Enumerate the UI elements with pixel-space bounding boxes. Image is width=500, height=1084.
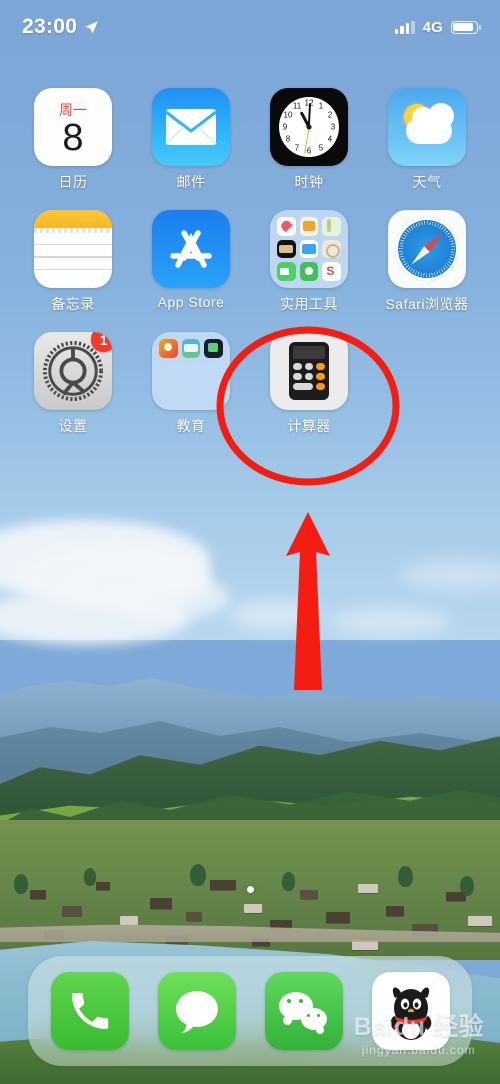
calculator-keys bbox=[293, 363, 325, 390]
mini-icon-watch bbox=[277, 239, 296, 259]
location-arrow-icon bbox=[85, 20, 98, 34]
app-label: 计算器 bbox=[287, 418, 331, 434]
calendar-icon[interactable]: 周一 8 bbox=[34, 88, 112, 166]
app-clock[interactable]: 12 1 2 3 4 5 6 7 8 9 10 11 bbox=[250, 88, 368, 192]
signal-bars-icon bbox=[394, 20, 415, 34]
settings-gear-icon[interactable]: 1 bbox=[34, 332, 112, 410]
mini-icon-empty bbox=[182, 384, 201, 403]
app-label: 邮件 bbox=[176, 174, 206, 190]
dock-item-messages[interactable] bbox=[157, 972, 236, 1050]
mini-icon-empty bbox=[182, 362, 201, 381]
app-label: 天气 bbox=[412, 174, 442, 190]
app-mail[interactable]: 邮件 bbox=[132, 88, 250, 192]
app-app-store[interactable]: App Store bbox=[132, 210, 250, 314]
status-time: 23:00 bbox=[22, 15, 78, 38]
mini-icon-findmy bbox=[299, 262, 319, 281]
calculator-display bbox=[293, 346, 325, 359]
folder-preview-grid: S bbox=[277, 217, 341, 281]
status-bar: 23:00 4G bbox=[0, 0, 500, 54]
mini-icon-facetime bbox=[277, 262, 296, 281]
mini-icon-shortcuts: S bbox=[322, 262, 341, 281]
safari-icon[interactable] bbox=[388, 210, 466, 288]
envelope-glyph bbox=[165, 109, 217, 145]
mini-icon-empty bbox=[204, 384, 223, 403]
app-store-icon[interactable] bbox=[152, 210, 230, 288]
app-safari[interactable]: Safari浏览器 bbox=[368, 210, 486, 314]
cloud-shape bbox=[230, 600, 320, 630]
speech-bubble-icon bbox=[175, 991, 218, 1033]
app-weather[interactable]: 天气 bbox=[368, 88, 486, 192]
notes-perforation bbox=[34, 228, 112, 233]
iphone-home-screen: 23:00 4G 周一 8 日历 邮件 1 2 3 4 5 6 7 8 9 10… bbox=[0, 0, 500, 1084]
calendar-day-number: 8 bbox=[62, 117, 84, 159]
status-bar-right: 4G bbox=[394, 18, 481, 36]
folder-utilities[interactable]: S 实用工具 bbox=[250, 210, 368, 314]
dock-item-qq[interactable] bbox=[371, 972, 450, 1050]
notes-icon[interactable] bbox=[34, 210, 112, 288]
app-label: 实用工具 bbox=[280, 296, 338, 312]
app-settings[interactable]: 1 设置 bbox=[14, 332, 132, 436]
clock-icon[interactable]: 12 1 2 3 4 5 6 7 8 9 10 11 bbox=[270, 88, 348, 166]
mini-icon-app-2 bbox=[181, 339, 201, 358]
page-dot-active[interactable] bbox=[246, 886, 254, 893]
app-notes[interactable]: 备忘录 bbox=[14, 210, 132, 314]
page-indicator[interactable] bbox=[0, 886, 500, 893]
mini-icon-empty bbox=[159, 384, 178, 403]
dock-item-wechat[interactable] bbox=[264, 972, 343, 1050]
empty-slot bbox=[368, 332, 486, 436]
app-calculator[interactable]: 计算器 bbox=[250, 332, 368, 436]
app-label: 日历 bbox=[58, 174, 88, 190]
mini-icon-photos bbox=[299, 239, 319, 259]
clock-pivot bbox=[306, 124, 312, 130]
clock-minute-hand bbox=[307, 102, 312, 128]
app-label: Safari浏览器 bbox=[385, 296, 469, 312]
cloud-shape bbox=[330, 608, 450, 634]
app-label: 备忘录 bbox=[51, 296, 95, 312]
qq-penguin-icon bbox=[390, 987, 431, 1040]
app-label: App Store bbox=[157, 294, 225, 310]
folder-icon[interactable]: S bbox=[270, 210, 348, 288]
calculator-body bbox=[289, 342, 329, 400]
dock bbox=[28, 956, 472, 1066]
mini-icon-home bbox=[299, 217, 319, 236]
clock-face: 12 1 2 3 4 5 6 7 8 9 10 11 bbox=[279, 97, 339, 157]
notes-header bbox=[34, 210, 112, 228]
badge-count: 1 bbox=[91, 332, 112, 352]
calculator-icon[interactable] bbox=[270, 332, 348, 410]
folder-education[interactable]: 教育 bbox=[132, 332, 250, 436]
compass-dial bbox=[395, 217, 459, 281]
mini-icon-compass bbox=[322, 239, 341, 259]
app-calendar[interactable]: 周一 8 日历 bbox=[14, 88, 132, 192]
mini-icon-health bbox=[277, 217, 296, 236]
mini-icon-empty bbox=[159, 362, 178, 381]
folder-preview-grid bbox=[159, 339, 223, 403]
app-store-a-glyph bbox=[170, 230, 212, 268]
calendar-day-of-week: 周一 bbox=[59, 102, 87, 118]
network-type-label: 4G bbox=[422, 18, 443, 36]
wechat-small-bubble bbox=[300, 1008, 327, 1034]
weather-icon[interactable] bbox=[388, 88, 466, 166]
mail-icon[interactable] bbox=[152, 88, 230, 166]
folder-icon[interactable] bbox=[152, 332, 230, 410]
app-label: 教育 bbox=[176, 418, 206, 434]
app-label: 时钟 bbox=[294, 174, 324, 190]
battery-full-icon bbox=[451, 20, 481, 34]
cloud-shape bbox=[110, 575, 230, 620]
mini-icon-app-1 bbox=[159, 339, 178, 358]
cloud-shape bbox=[406, 103, 454, 144]
mini-icon-measure bbox=[322, 217, 341, 236]
mini-icon-app-3 bbox=[204, 339, 223, 358]
status-bar-left: 23:00 bbox=[22, 15, 99, 39]
phone-handset-icon bbox=[71, 993, 108, 1029]
app-label: 设置 bbox=[58, 418, 88, 434]
dock-item-phone[interactable] bbox=[50, 972, 129, 1050]
app-grid: 周一 8 日历 邮件 12 1 2 3 bbox=[0, 88, 500, 436]
mini-icon-empty bbox=[204, 362, 223, 381]
